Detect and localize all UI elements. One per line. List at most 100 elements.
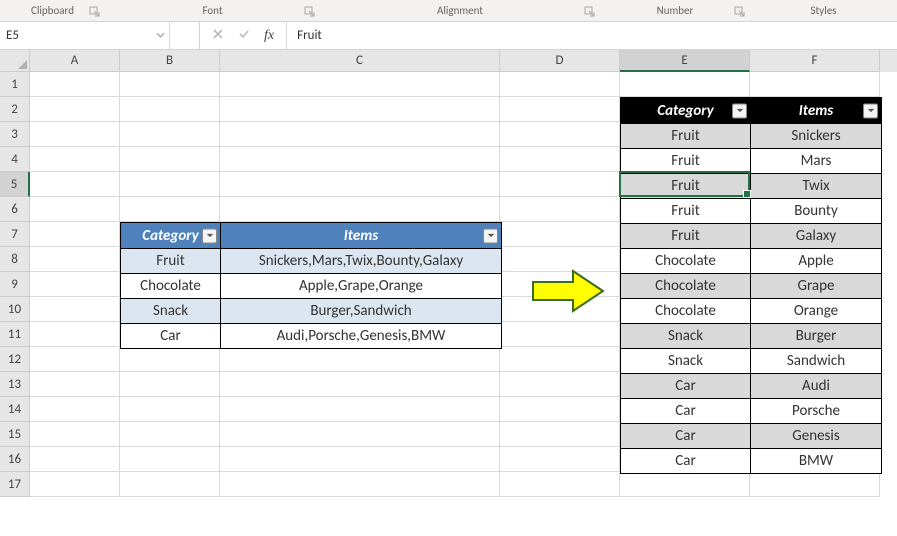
- table-cell-category[interactable]: Snack: [621, 348, 751, 373]
- cell[interactable]: [30, 122, 120, 147]
- dialog-launcher-icon[interactable]: [89, 6, 101, 18]
- cell[interactable]: [30, 397, 120, 422]
- table-cell-items[interactable]: Genesis: [751, 423, 881, 448]
- table-cell-category[interactable]: Chocolate: [121, 273, 221, 298]
- table-cell-category[interactable]: Car: [621, 373, 751, 398]
- table-cell-items[interactable]: Snickers: [751, 123, 881, 148]
- table-cell-items[interactable]: Twix: [751, 173, 881, 198]
- cell[interactable]: [120, 447, 220, 472]
- column-header[interactable]: F: [750, 50, 880, 72]
- filter-icon[interactable]: [863, 103, 878, 118]
- row-header[interactable]: 9: [0, 272, 30, 297]
- cell[interactable]: [220, 397, 500, 422]
- table-cell-category[interactable]: Chocolate: [621, 298, 751, 323]
- table-cell-items[interactable]: Porsche: [751, 398, 881, 423]
- cell[interactable]: [220, 447, 500, 472]
- row-header[interactable]: 4: [0, 147, 30, 172]
- cell[interactable]: [500, 322, 620, 347]
- table-row[interactable]: ChocolateApple: [621, 248, 881, 273]
- cell[interactable]: [500, 147, 620, 172]
- cell[interactable]: [120, 172, 220, 197]
- name-box[interactable]: E5: [0, 22, 170, 49]
- cell[interactable]: [620, 72, 750, 97]
- cell[interactable]: [30, 72, 120, 97]
- row-header[interactable]: 8: [0, 247, 30, 272]
- filter-icon[interactable]: [483, 228, 498, 243]
- table-row[interactable]: SnackBurger: [621, 323, 881, 348]
- cell[interactable]: [30, 447, 120, 472]
- table-cell-category[interactable]: Car: [621, 398, 751, 423]
- table-row[interactable]: SnackBurger,Sandwich: [121, 298, 501, 323]
- table-cell-items[interactable]: Apple: [751, 248, 881, 273]
- row-header[interactable]: 13: [0, 372, 30, 397]
- cell[interactable]: [500, 222, 620, 247]
- dialog-launcher-icon[interactable]: [734, 6, 746, 18]
- cell[interactable]: [220, 197, 500, 222]
- cell[interactable]: [500, 72, 620, 97]
- enter-icon[interactable]: [238, 27, 250, 45]
- table-row[interactable]: ChocolateOrange: [621, 298, 881, 323]
- cell[interactable]: [30, 472, 120, 497]
- column-header[interactable]: D: [500, 50, 620, 72]
- table-header-category[interactable]: Category: [121, 223, 221, 248]
- cell[interactable]: [30, 97, 120, 122]
- table-cell-items[interactable]: Galaxy: [751, 223, 881, 248]
- cell[interactable]: [120, 122, 220, 147]
- row-header[interactable]: 2: [0, 97, 30, 122]
- row-header[interactable]: 17: [0, 472, 30, 497]
- cell[interactable]: [220, 372, 500, 397]
- cell[interactable]: [30, 247, 120, 272]
- filter-icon[interactable]: [732, 103, 747, 118]
- table-cell-category[interactable]: Car: [621, 448, 751, 473]
- table-row[interactable]: FruitMars: [621, 148, 881, 173]
- formula-input[interactable]: Fruit: [287, 22, 897, 49]
- table-cell-category[interactable]: Chocolate: [621, 248, 751, 273]
- cell[interactable]: [30, 272, 120, 297]
- cell[interactable]: [30, 222, 120, 247]
- cell[interactable]: [220, 147, 500, 172]
- cell[interactable]: [30, 297, 120, 322]
- cell[interactable]: [220, 172, 500, 197]
- row-header[interactable]: 11: [0, 322, 30, 347]
- table-row[interactable]: FruitBounty: [621, 198, 881, 223]
- table-cell-category[interactable]: Fruit: [121, 248, 221, 273]
- cell[interactable]: [120, 197, 220, 222]
- table-cell-category[interactable]: Fruit: [621, 223, 751, 248]
- table-cell-items[interactable]: Orange: [751, 298, 881, 323]
- table-header-category[interactable]: Category: [621, 98, 751, 123]
- cell[interactable]: [500, 347, 620, 372]
- row-header[interactable]: 10: [0, 297, 30, 322]
- table-row[interactable]: FruitSnickers: [621, 123, 881, 148]
- table-row[interactable]: CarAudi,Porsche,Genesis,BMW: [121, 323, 501, 348]
- cell[interactable]: [620, 472, 750, 497]
- table-row[interactable]: ChocolateApple,Grape,Orange: [121, 273, 501, 298]
- row-header[interactable]: 15: [0, 422, 30, 447]
- table-cell-items[interactable]: Mars: [751, 148, 881, 173]
- cell[interactable]: [500, 372, 620, 397]
- column-header[interactable]: A: [30, 50, 120, 72]
- filter-icon[interactable]: [202, 228, 217, 243]
- cell[interactable]: [120, 472, 220, 497]
- insert-function-button[interactable]: fx: [264, 28, 274, 44]
- table-cell-category[interactable]: Snack: [621, 323, 751, 348]
- cell[interactable]: [500, 97, 620, 122]
- table-row[interactable]: CarAudi: [621, 373, 881, 398]
- worksheet-grid[interactable]: ABCDEF 1234567891011121314151617 Categor…: [0, 50, 897, 530]
- cell[interactable]: [120, 97, 220, 122]
- cell[interactable]: [500, 422, 620, 447]
- table-cell-category[interactable]: Fruit: [621, 173, 751, 198]
- cell[interactable]: [500, 197, 620, 222]
- table-cell-category[interactable]: Fruit: [621, 198, 751, 223]
- row-header[interactable]: 3: [0, 122, 30, 147]
- cell[interactable]: [30, 147, 120, 172]
- cell[interactable]: [750, 72, 880, 97]
- cell[interactable]: [220, 347, 500, 372]
- cell[interactable]: [30, 172, 120, 197]
- cell[interactable]: [120, 72, 220, 97]
- row-header[interactable]: 5: [0, 172, 30, 197]
- table-row[interactable]: CarBMW: [621, 448, 881, 473]
- table-row[interactable]: CarPorsche: [621, 398, 881, 423]
- cell[interactable]: [220, 472, 500, 497]
- cell[interactable]: [30, 422, 120, 447]
- row-header[interactable]: 16: [0, 447, 30, 472]
